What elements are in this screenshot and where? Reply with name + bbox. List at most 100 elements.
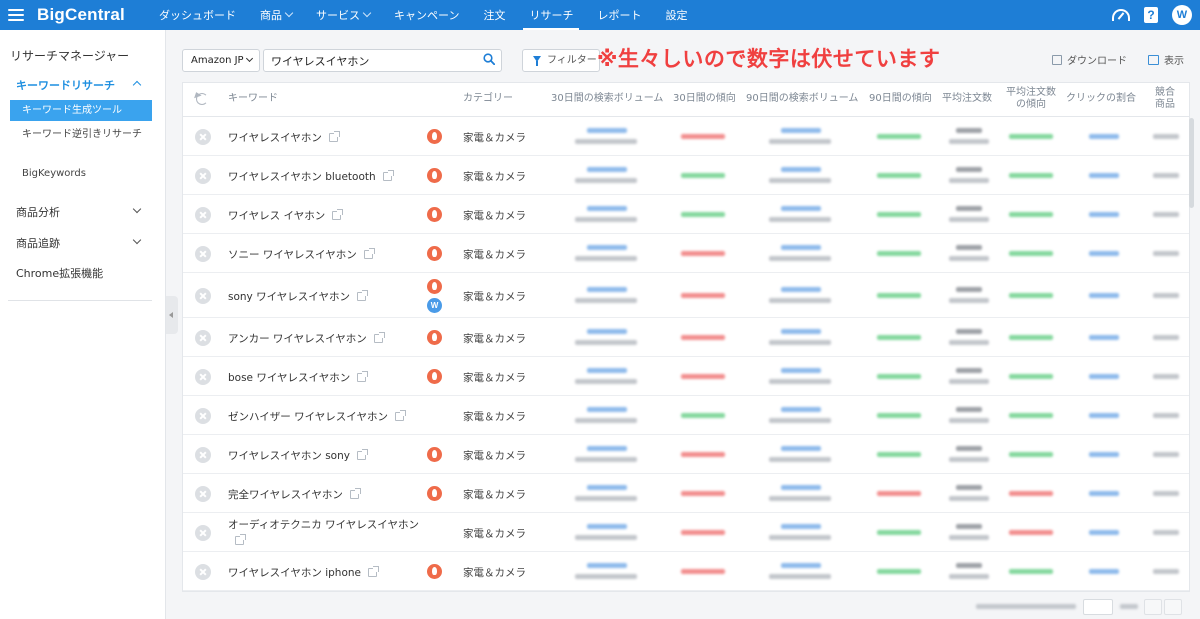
table-row[interactable]: オーディオテクニカ ワイヤレスイヤホン 家電＆カメラ (183, 513, 1189, 552)
col-keyword[interactable]: キーワード (228, 93, 278, 105)
page-number-input[interactable] (1083, 599, 1113, 615)
table-row[interactable]: アンカー ワイヤレスイヤホン 家電＆カメラ (183, 318, 1189, 357)
external-link-icon[interactable] (357, 370, 369, 382)
trend30-value (681, 211, 725, 217)
col-avg-orders-trend[interactable]: 平均注文数 の傾向 (1005, 87, 1057, 111)
nav-item-label: 設定 (665, 9, 688, 22)
sidebar-item-product-analysis[interactable]: 商品分析 (16, 204, 142, 220)
table-row[interactable]: ワイヤレスイヤホン iphone 家電＆カメラ (183, 552, 1189, 591)
remove-icon[interactable] (195, 368, 211, 385)
search-icon[interactable] (483, 53, 495, 65)
col-vol90[interactable]: 90日間の検索ボリューム (746, 93, 858, 105)
avg-orders-value (956, 484, 982, 490)
keyword-cell[interactable]: ワイヤレスイヤホン bluetooth (228, 169, 394, 184)
table-scrollbar[interactable] (1189, 118, 1194, 208)
table-row[interactable]: ワイヤレスイヤホン 家電＆カメラ (183, 117, 1189, 156)
keyword-search-input[interactable] (263, 49, 502, 72)
menu-icon[interactable] (8, 9, 24, 21)
table-row[interactable]: bose ワイヤレスイヤホン 家電＆カメラ (183, 357, 1189, 396)
external-link-icon[interactable] (356, 289, 368, 301)
remove-icon[interactable] (195, 167, 211, 184)
table-row[interactable]: sony ワイヤレスイヤホン W 家電＆カメラ (183, 273, 1189, 318)
top-right-tools: ? W (1112, 0, 1192, 30)
keyword-cell[interactable]: ワイヤレスイヤホン sony (228, 448, 368, 463)
external-link-icon[interactable] (395, 409, 406, 421)
nav-item-7[interactable]: 設定 (653, 0, 699, 30)
col-vol30[interactable]: 30日間の検索ボリューム (551, 93, 663, 105)
sidebar-item-product-tracking[interactable]: 商品追跡 (16, 235, 142, 251)
external-link-icon[interactable] (328, 130, 340, 142)
external-link-icon[interactable] (363, 247, 375, 259)
external-link-icon[interactable] (332, 208, 344, 220)
col-avg-orders[interactable]: 平均注文数 (942, 93, 992, 105)
keyword-cell[interactable]: bose ワイヤレスイヤホン (228, 370, 369, 385)
remove-icon[interactable] (195, 128, 211, 145)
next-page-button[interactable] (1164, 599, 1182, 615)
sidebar-item-chrome-extension[interactable]: Chrome拡張機能 (16, 265, 140, 281)
remove-icon[interactable] (195, 563, 211, 580)
sidebar-item-keyword-generator[interactable]: キーワード生成ツール (10, 100, 152, 121)
logo[interactable]: BigCentral (37, 5, 127, 25)
keyword-cell[interactable]: sony ワイヤレスイヤホン (228, 289, 368, 304)
prev-page-button[interactable] (1144, 599, 1162, 615)
remove-icon[interactable] (195, 245, 211, 262)
nav-item-2[interactable]: サービス (304, 0, 382, 30)
table-row[interactable]: ワイヤレス イヤホン 家電＆カメラ (183, 195, 1189, 234)
marketplace-select[interactable]: Amazon JP (182, 49, 260, 72)
remove-icon[interactable] (195, 485, 211, 502)
nav-item-4[interactable]: 注文 (471, 0, 517, 30)
table-row[interactable]: ソニー ワイヤレスイヤホン 家電＆カメラ (183, 234, 1189, 273)
keyword-cell[interactable]: ソニー ワイヤレスイヤホン (228, 247, 375, 262)
keyword-cell[interactable]: ワイヤレスイヤホン iphone (228, 565, 379, 580)
table-row[interactable]: ゼンハイザー ワイヤレスイヤホン 家電＆カメラ (183, 396, 1189, 435)
reset-icon[interactable] (196, 93, 208, 105)
remove-icon[interactable] (195, 407, 211, 424)
external-link-icon[interactable] (349, 487, 361, 499)
sidebar-section-keyword-research[interactable]: キーワードリサーチ (16, 77, 142, 93)
sidebar-item-bigkeywords[interactable]: BigKeywords (10, 166, 152, 181)
help-icon[interactable]: ? (1144, 7, 1158, 23)
remove-icon[interactable] (195, 524, 211, 541)
keyword-cell[interactable]: ワイヤレスイヤホン (228, 130, 340, 145)
remove-icon[interactable] (195, 287, 211, 304)
remove-icon[interactable] (195, 206, 211, 223)
keyword-cell[interactable]: アンカー ワイヤレスイヤホン (228, 331, 385, 346)
remove-icon[interactable] (195, 446, 211, 463)
speedometer-icon[interactable] (1112, 9, 1130, 21)
col-click-share[interactable]: クリックの割合 (1066, 93, 1136, 105)
table-row[interactable]: 完全ワイヤレスイヤホン 家電＆カメラ (183, 474, 1189, 513)
trend30-value (681, 529, 725, 535)
table-row[interactable]: ワイヤレスイヤホン bluetooth 家電＆カメラ (183, 156, 1189, 195)
nav-item-0[interactable]: ダッシュボード (147, 0, 248, 30)
sidebar-collapse-handle[interactable] (166, 296, 178, 334)
avg-orders-trend-value (1009, 211, 1053, 217)
trend90-value (877, 250, 921, 256)
remove-icon[interactable] (195, 329, 211, 346)
keyword-cell[interactable]: ゼンハイザー ワイヤレスイヤホン (228, 409, 406, 424)
col-competing[interactable]: 競合 商品 (1151, 87, 1179, 111)
nav-item-3[interactable]: キャンペーン (382, 0, 471, 30)
external-link-icon[interactable] (356, 448, 368, 460)
view-button[interactable]: 表示 (1148, 52, 1184, 67)
avg-orders-sub (949, 138, 989, 144)
col-category[interactable]: カテゴリー (463, 93, 513, 105)
keyword-cell[interactable]: ワイヤレス イヤホン (228, 208, 344, 223)
chevron-down-icon (132, 235, 142, 245)
category-cell: 家電＆カメラ (463, 131, 526, 144)
download-button[interactable]: ダウンロード (1052, 52, 1127, 67)
external-link-icon[interactable] (373, 331, 385, 343)
external-link-icon[interactable] (382, 169, 394, 181)
nav-item-6[interactable]: レポート (585, 0, 653, 30)
keyword-cell[interactable]: 完全ワイヤレスイヤホン (228, 487, 361, 502)
col-trend30[interactable]: 30日間の傾向 (673, 93, 736, 105)
col-trend90[interactable]: 90日間の傾向 (869, 93, 932, 105)
nav-item-5[interactable]: リサーチ (517, 0, 585, 30)
keyword-cell[interactable]: オーディオテクニカ ワイヤレスイヤホン (228, 517, 423, 549)
nav-item-1[interactable]: 商品 (248, 0, 304, 30)
table-row[interactable]: ワイヤレスイヤホン sony 家電＆カメラ (183, 435, 1189, 474)
avatar[interactable]: W (1172, 5, 1192, 25)
vol90-sub (769, 339, 831, 345)
external-link-icon[interactable] (235, 533, 246, 545)
external-link-icon[interactable] (367, 565, 379, 577)
sidebar-item-reverse-keyword[interactable]: キーワード逆引きリサーチ (10, 127, 152, 142)
